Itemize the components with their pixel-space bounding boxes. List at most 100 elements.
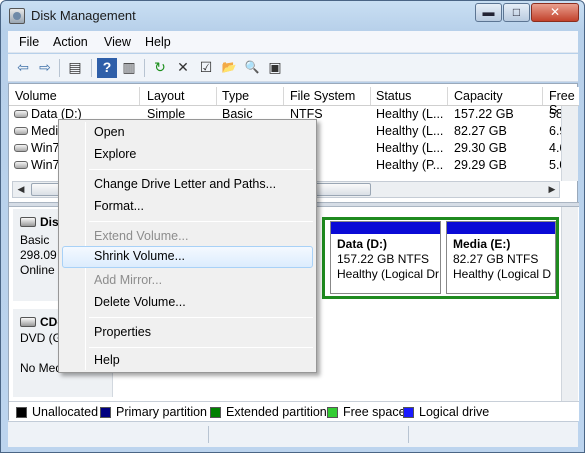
drive-icon xyxy=(14,161,28,169)
console-icon[interactable]: ▤ xyxy=(65,58,85,78)
context-menu-label: Change Drive Letter and Paths... xyxy=(94,177,277,191)
maximize-button[interactable]: □ xyxy=(503,3,530,22)
volume-free-space: 58.64 xyxy=(549,107,561,121)
context-menu-label: Properties xyxy=(94,325,151,339)
menu-view[interactable]: View xyxy=(104,35,131,49)
column-header-capacity[interactable]: Capacity xyxy=(454,89,503,103)
forward-icon[interactable]: ⇨ xyxy=(35,58,55,78)
toolbar-separator xyxy=(59,59,60,77)
volume-free-space: 4.65 C xyxy=(549,141,561,155)
column-header-volume[interactable]: Volume xyxy=(15,89,57,103)
volume-capacity: 29.29 GB xyxy=(454,158,507,172)
legend-label-free-space: Free space xyxy=(343,405,406,419)
context-menu-label: Open xyxy=(94,125,125,139)
open-icon[interactable]: 📂 xyxy=(219,58,239,78)
disk-status: Online xyxy=(20,263,55,277)
column-divider[interactable] xyxy=(542,87,543,105)
menu-bar: File Action View Help xyxy=(8,31,578,53)
context-menu-delete-volume[interactable]: Delete Volume... xyxy=(62,292,313,314)
context-menu-explore[interactable]: Explore xyxy=(62,144,313,166)
context-menu-help[interactable]: Help xyxy=(62,350,313,372)
column-header-file-system[interactable]: File System xyxy=(290,89,355,103)
cdrom-type: DVD (G xyxy=(20,331,62,345)
column-divider[interactable] xyxy=(139,87,140,105)
disk-management-window: Disk Management ▬ □ ✕ File Action View H… xyxy=(0,0,585,453)
drive-icon xyxy=(14,110,28,118)
rescan-icon[interactable]: ▣ xyxy=(265,58,285,78)
column-divider[interactable] xyxy=(216,87,217,105)
delete-icon[interactable]: ✕ xyxy=(173,58,193,78)
legend: Unallocated Primary partition Extended p… xyxy=(9,401,579,421)
partition-data-d[interactable]: Data (D:) 157.22 GB NTFS Healthy (Logica… xyxy=(330,221,441,294)
back-icon[interactable]: ⇦ xyxy=(13,58,33,78)
context-menu-label: Shrink Volume... xyxy=(94,249,186,263)
help-icon[interactable]: ? xyxy=(97,58,117,78)
partition-size: 82.27 GB NTFS xyxy=(453,252,539,266)
column-header-status[interactable]: Status xyxy=(376,89,411,103)
scroll-right-arrow-icon[interactable]: ▶ xyxy=(544,182,560,197)
scroll-left-arrow-icon[interactable]: ◀ xyxy=(13,182,29,197)
context-menu-separator xyxy=(89,317,313,318)
volume-status: Healthy (L... xyxy=(376,107,444,121)
context-menu-shrink-volume[interactable]: Shrink Volume... xyxy=(62,246,313,268)
column-header-layout[interactable]: Layout xyxy=(147,89,185,103)
drive-icon xyxy=(14,144,28,152)
context-menu-open[interactable]: Open xyxy=(62,122,313,144)
partition-media-e[interactable]: Media (E:) 82.27 GB NTFS Healthy (Logica… xyxy=(446,221,556,294)
context-menu-add-mirror: Add Mirror... xyxy=(62,270,313,292)
minimize-button[interactable]: ▬ xyxy=(475,3,502,22)
legend-label-primary: Primary partition xyxy=(116,405,207,419)
properties-icon[interactable]: ☑ xyxy=(196,58,216,78)
column-divider[interactable] xyxy=(447,87,448,105)
column-divider[interactable] xyxy=(370,87,371,105)
toolbar: ⇦ ⇨ ▤ ? ▥ ↻ ✕ ☑ 📂 🔍 ▣ xyxy=(8,54,578,82)
context-menu-extend-volume: Extend Volume... xyxy=(62,226,313,248)
menu-action[interactable]: Action xyxy=(53,35,88,49)
explore-icon[interactable]: 🔍 xyxy=(242,58,262,78)
volume-status: Healthy (L... xyxy=(376,124,444,138)
partition-status: Healthy (Logical Dr xyxy=(337,267,440,281)
context-menu-label: Help xyxy=(94,353,120,367)
volume-list-vertical-scrollbar[interactable] xyxy=(561,106,578,181)
toolbar-separator xyxy=(144,59,145,77)
context-menu-separator xyxy=(89,347,313,348)
context-menu-label: Add Mirror... xyxy=(94,273,163,287)
logical-drive-bar xyxy=(447,222,555,234)
volume-status: Healthy (P... xyxy=(376,158,444,172)
volume-status: Healthy (L... xyxy=(376,141,444,155)
status-bar xyxy=(8,421,578,447)
legend-swatch-logical-drive xyxy=(403,407,414,418)
disk-view-vertical-scrollbar[interactable] xyxy=(561,207,578,401)
refresh-icon[interactable]: ↻ xyxy=(150,58,170,78)
title-bar[interactable]: Disk Management ▬ □ ✕ xyxy=(1,1,584,31)
properties-pane-icon[interactable]: ▥ xyxy=(119,58,139,78)
context-menu-separator xyxy=(89,169,313,170)
context-menu-properties[interactable]: Properties xyxy=(62,322,313,344)
disk-management-app-icon xyxy=(9,8,25,24)
partition-size: 157.22 GB NTFS xyxy=(337,252,430,266)
disk-type: Basic xyxy=(20,233,50,247)
drive-icon xyxy=(14,127,28,135)
volume-capacity: 82.27 GB xyxy=(454,124,507,138)
context-menu-label: Explore xyxy=(94,147,137,161)
column-header-type[interactable]: Type xyxy=(222,89,249,103)
status-bar-separator xyxy=(208,426,209,443)
volume-free-space: 6.95 C xyxy=(549,124,561,138)
status-bar-separator xyxy=(408,426,409,443)
close-button[interactable]: ✕ xyxy=(531,3,579,22)
context-menu-label: Extend Volume... xyxy=(94,229,189,243)
logical-drive-bar xyxy=(331,222,440,234)
context-menu-change-drive-letter[interactable]: Change Drive Letter and Paths... xyxy=(62,174,313,196)
legend-swatch-unallocated xyxy=(16,407,27,418)
volume-capacity: 29.30 GB xyxy=(454,141,507,155)
context-menu-format[interactable]: Format... xyxy=(62,196,313,218)
menu-file[interactable]: File xyxy=(19,35,39,49)
column-divider[interactable] xyxy=(283,87,284,105)
partition-name: Data (D:) xyxy=(337,237,387,251)
volume-capacity: 157.22 GB xyxy=(454,107,514,121)
context-menu-separator xyxy=(89,221,313,222)
toolbar-separator xyxy=(91,59,92,77)
context-menu: Open Explore Change Drive Letter and Pat… xyxy=(58,119,317,373)
volume-free-space: 5.07 C xyxy=(549,158,561,172)
menu-help[interactable]: Help xyxy=(145,35,171,49)
